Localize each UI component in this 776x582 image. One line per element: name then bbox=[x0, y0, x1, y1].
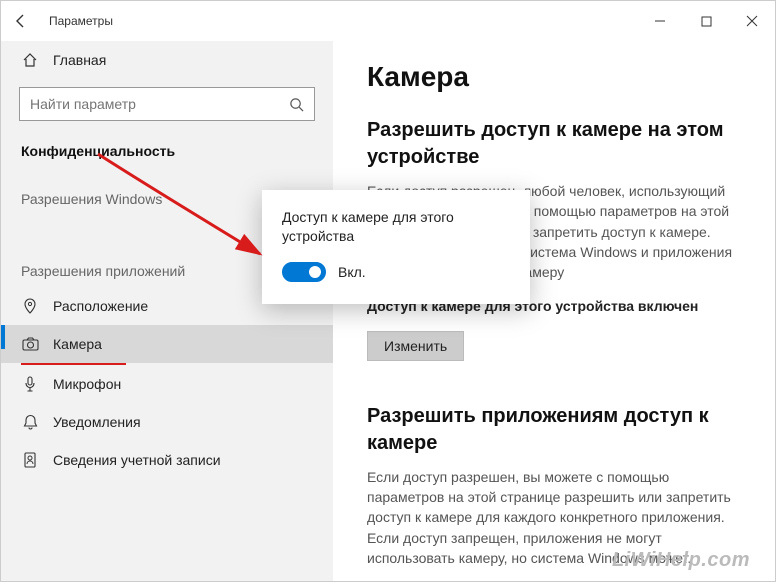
close-icon bbox=[746, 15, 758, 27]
page-title: Камера bbox=[367, 61, 735, 93]
search-input-wrap[interactable] bbox=[19, 87, 315, 121]
camera-access-popup: Доступ к камере для этого устройства Вкл… bbox=[262, 190, 530, 304]
toggle-switch-on[interactable] bbox=[282, 262, 326, 282]
popup-title: Доступ к камере для этого устройства bbox=[282, 208, 510, 246]
sidebar-item-label: Сведения учетной записи bbox=[53, 452, 221, 468]
camera-icon bbox=[21, 335, 39, 353]
sidebar-item-label: Камера bbox=[53, 336, 102, 352]
window-title: Параметры bbox=[49, 14, 113, 28]
back-button[interactable] bbox=[1, 1, 41, 41]
popup-toggle[interactable]: Вкл. bbox=[282, 262, 510, 282]
account-icon bbox=[21, 451, 39, 469]
sidebar: Главная Конфиденциальность Разрешения Wi… bbox=[1, 41, 333, 581]
change-button[interactable]: Изменить bbox=[367, 331, 464, 361]
sidebar-item-label: Микрофон bbox=[53, 376, 121, 392]
sidebar-item-account[interactable]: Сведения учетной записи bbox=[1, 441, 333, 479]
content-pane[interactable]: Камера Разрешить доступ к камере на этом… bbox=[333, 41, 775, 581]
main-area: Главная Конфиденциальность Разрешения Wi… bbox=[1, 41, 775, 581]
titlebar: Параметры bbox=[1, 1, 775, 41]
close-button[interactable] bbox=[729, 6, 775, 36]
home-icon bbox=[21, 51, 39, 69]
watermark: LiWiHelp.com bbox=[612, 549, 750, 572]
sidebar-item-microphone[interactable]: Микрофон bbox=[1, 365, 333, 403]
sidebar-category: Конфиденциальность bbox=[1, 135, 333, 173]
section1-title: Разрешить доступ к камере на этом устрой… bbox=[367, 117, 735, 171]
sidebar-item-camera[interactable]: Камера bbox=[1, 325, 333, 363]
minimize-button[interactable] bbox=[637, 6, 683, 36]
sidebar-home[interactable]: Главная bbox=[1, 41, 333, 79]
search-input[interactable] bbox=[30, 96, 289, 112]
section2-title: Разрешить приложениям доступ к камере bbox=[367, 403, 735, 457]
bell-icon bbox=[21, 413, 39, 431]
arrow-left-icon bbox=[13, 13, 29, 29]
toggle-label: Вкл. bbox=[338, 264, 366, 280]
minimize-icon bbox=[654, 15, 666, 27]
sidebar-item-notifications[interactable]: Уведомления bbox=[1, 403, 333, 441]
active-indicator bbox=[1, 325, 5, 349]
search-icon bbox=[289, 97, 304, 112]
location-icon bbox=[21, 297, 39, 315]
sidebar-home-label: Главная bbox=[53, 52, 106, 68]
maximize-icon bbox=[701, 16, 712, 27]
maximize-button[interactable] bbox=[683, 6, 729, 36]
sidebar-item-label: Расположение bbox=[53, 298, 148, 314]
sidebar-item-label: Уведомления bbox=[53, 414, 141, 430]
microphone-icon bbox=[21, 375, 39, 393]
